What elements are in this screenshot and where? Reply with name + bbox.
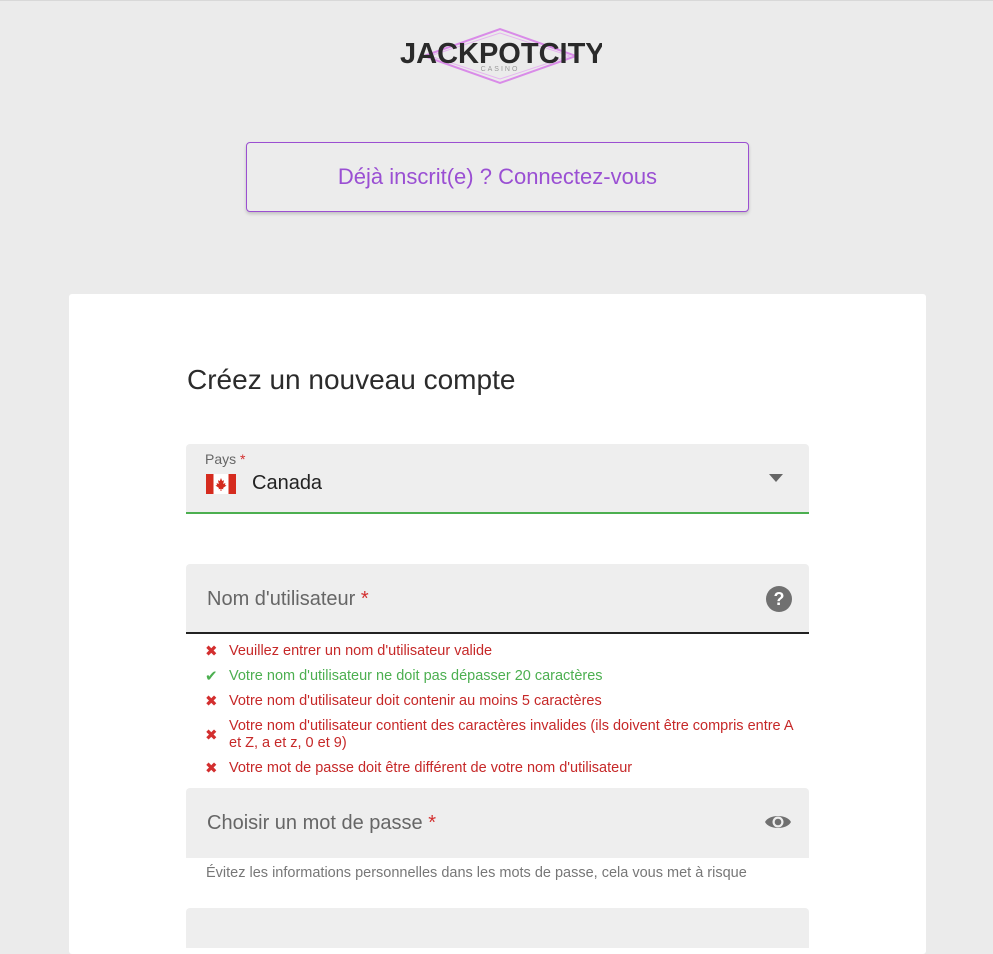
rule-item: ✖ Votre nom d'utilisateur contient des c… — [205, 718, 793, 751]
page-title: Créez un nouveau compte — [187, 364, 516, 395]
error-icon: ✖ — [205, 727, 218, 744]
rule-item: ✖ Votre nom d'utilisateur doit contenir … — [205, 693, 602, 710]
username-field[interactable]: Nom d'utilisateur * ? — [186, 564, 809, 634]
rule-item: ✖ Veuillez entrer un nom d'utilisateur v… — [205, 643, 493, 660]
canada-flag-icon — [206, 474, 236, 494]
password-field[interactable]: Choisir un mot de passe * — [186, 788, 809, 858]
error-icon: ✖ — [205, 643, 218, 660]
error-icon: ✖ — [205, 760, 218, 777]
error-icon: ✖ — [205, 693, 218, 710]
username-rules-list: ✖ Veuillez entrer un nom d'utilisateur v… — [205, 643, 795, 785]
eye-icon[interactable] — [764, 811, 792, 833]
password-placeholder: Choisir un mot de passe * — [207, 812, 437, 834]
country-select[interactable]: Pays * Canada — [186, 444, 809, 514]
help-icon[interactable]: ? — [766, 586, 792, 612]
check-icon: ✔ — [205, 668, 218, 685]
top-border — [0, 0, 993, 1]
next-field[interactable] — [186, 908, 809, 948]
svg-text:CASINO: CASINO — [481, 66, 520, 73]
country-value: Canada — [252, 472, 323, 494]
password-hint: Évitez les informations personnelles dan… — [206, 865, 747, 881]
jackpotcity-logo[interactable]: JACKPOTCITY CASINO — [396, 26, 602, 86]
username-placeholder: Nom d'utilisateur * — [207, 588, 369, 610]
rule-item: ✖ Votre mot de passe doit être différent… — [205, 760, 633, 777]
rule-item: ✔ Votre nom d'utilisateur ne doit pas dé… — [205, 668, 603, 685]
chevron-down-icon[interactable] — [769, 474, 783, 482]
country-label: Pays * — [205, 451, 246, 467]
login-button[interactable]: Déjà inscrit(e) ? Connectez-vous — [246, 142, 749, 212]
